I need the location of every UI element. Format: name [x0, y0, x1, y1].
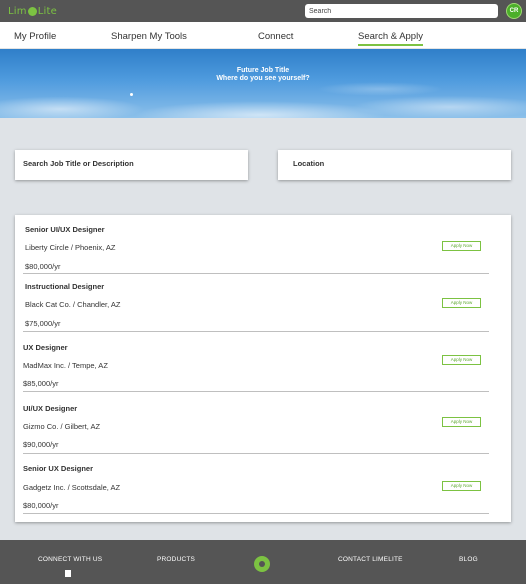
footer: CONNECT WITH US PRODUCTS CONTACT LIMELIT…	[0, 540, 526, 584]
sparkle-icon	[130, 93, 133, 96]
location-label: Location	[293, 159, 325, 168]
job-company: Gadgetz Inc. / Scottsdale, AZ	[23, 483, 121, 492]
search-input[interactable]	[305, 4, 498, 18]
limelite-footer-logo-icon[interactable]	[254, 556, 270, 572]
tab-connect[interactable]: Connect	[258, 31, 293, 42]
job-salary: $75,000/yr	[25, 319, 61, 328]
job-salary: $80,000/yr	[25, 262, 61, 271]
top-bar-actions: CR	[305, 3, 522, 19]
apply-now-button[interactable]: Apply Now	[442, 298, 481, 308]
footer-blog[interactable]: BLOG	[459, 556, 478, 563]
logo-text-right: Lite	[37, 5, 57, 17]
job-divider	[23, 453, 489, 454]
logo-text-left: Lim	[8, 5, 27, 17]
top-bar: Lim Lite CR	[0, 0, 526, 22]
location-field[interactable]: Location	[278, 150, 511, 180]
job-company: Gizmo Co. / Gilbert, AZ	[23, 422, 101, 431]
job-title[interactable]: UI/UX Designer	[23, 404, 77, 413]
apply-now-button[interactable]: Apply Now	[442, 481, 481, 491]
job-divider	[23, 273, 489, 274]
job-salary: $80,000/yr	[23, 501, 59, 510]
tab-sharpen-my-tools[interactable]: Sharpen My Tools	[111, 31, 187, 42]
job-divider	[23, 391, 489, 392]
job-title-search-label: Search Job Title or Description	[23, 159, 134, 168]
job-title-search-field[interactable]: Search Job Title or Description	[15, 150, 248, 180]
limelite-logo[interactable]: Lim Lite	[8, 6, 57, 17]
apply-now-button[interactable]: Apply Now	[442, 417, 481, 427]
footer-connect-with-us[interactable]: CONNECT WITH US	[38, 556, 102, 563]
footer-products[interactable]: PRODUCTS	[157, 556, 195, 563]
hero-title: Future Job Title	[236, 67, 290, 74]
tab-my-profile[interactable]: My Profile	[14, 31, 56, 42]
tab-search-apply[interactable]: Search & Apply	[358, 31, 423, 46]
job-title[interactable]: Senior UI/UX Designer	[25, 225, 105, 234]
main-nav: My Profile Sharpen My Tools Connect Sear…	[0, 22, 526, 49]
job-divider	[23, 331, 489, 332]
job-company: Black Cat Co. / Chandler, AZ	[25, 300, 121, 309]
job-divider	[23, 513, 489, 514]
job-title[interactable]: Senior UX Designer	[23, 464, 93, 473]
hero-banner: Future Job Title Where do you see yourse…	[0, 49, 526, 118]
job-title[interactable]: UX Designer	[23, 343, 68, 352]
facebook-icon[interactable]	[65, 570, 71, 577]
footer-contact-limelite[interactable]: CONTACT LIMELITE	[338, 556, 403, 563]
job-title[interactable]: Instructional Designer	[25, 282, 104, 291]
lime-icon	[27, 6, 37, 16]
hero-subtitle: Where do you see yourself?	[216, 75, 310, 82]
job-company: MadMax Inc. / Tempe, AZ	[23, 361, 108, 370]
apply-now-button[interactable]: Apply Now	[442, 241, 481, 251]
avatar[interactable]: CR	[506, 3, 522, 19]
job-company: Liberty Circle / Phoenix, AZ	[25, 243, 116, 252]
job-results-panel: Senior UI/UX Designer Liberty Circle / P…	[15, 215, 511, 522]
apply-now-button[interactable]: Apply Now	[442, 355, 481, 365]
job-salary: $90,000/yr	[23, 440, 59, 449]
job-salary: $85,000/yr	[23, 379, 59, 388]
